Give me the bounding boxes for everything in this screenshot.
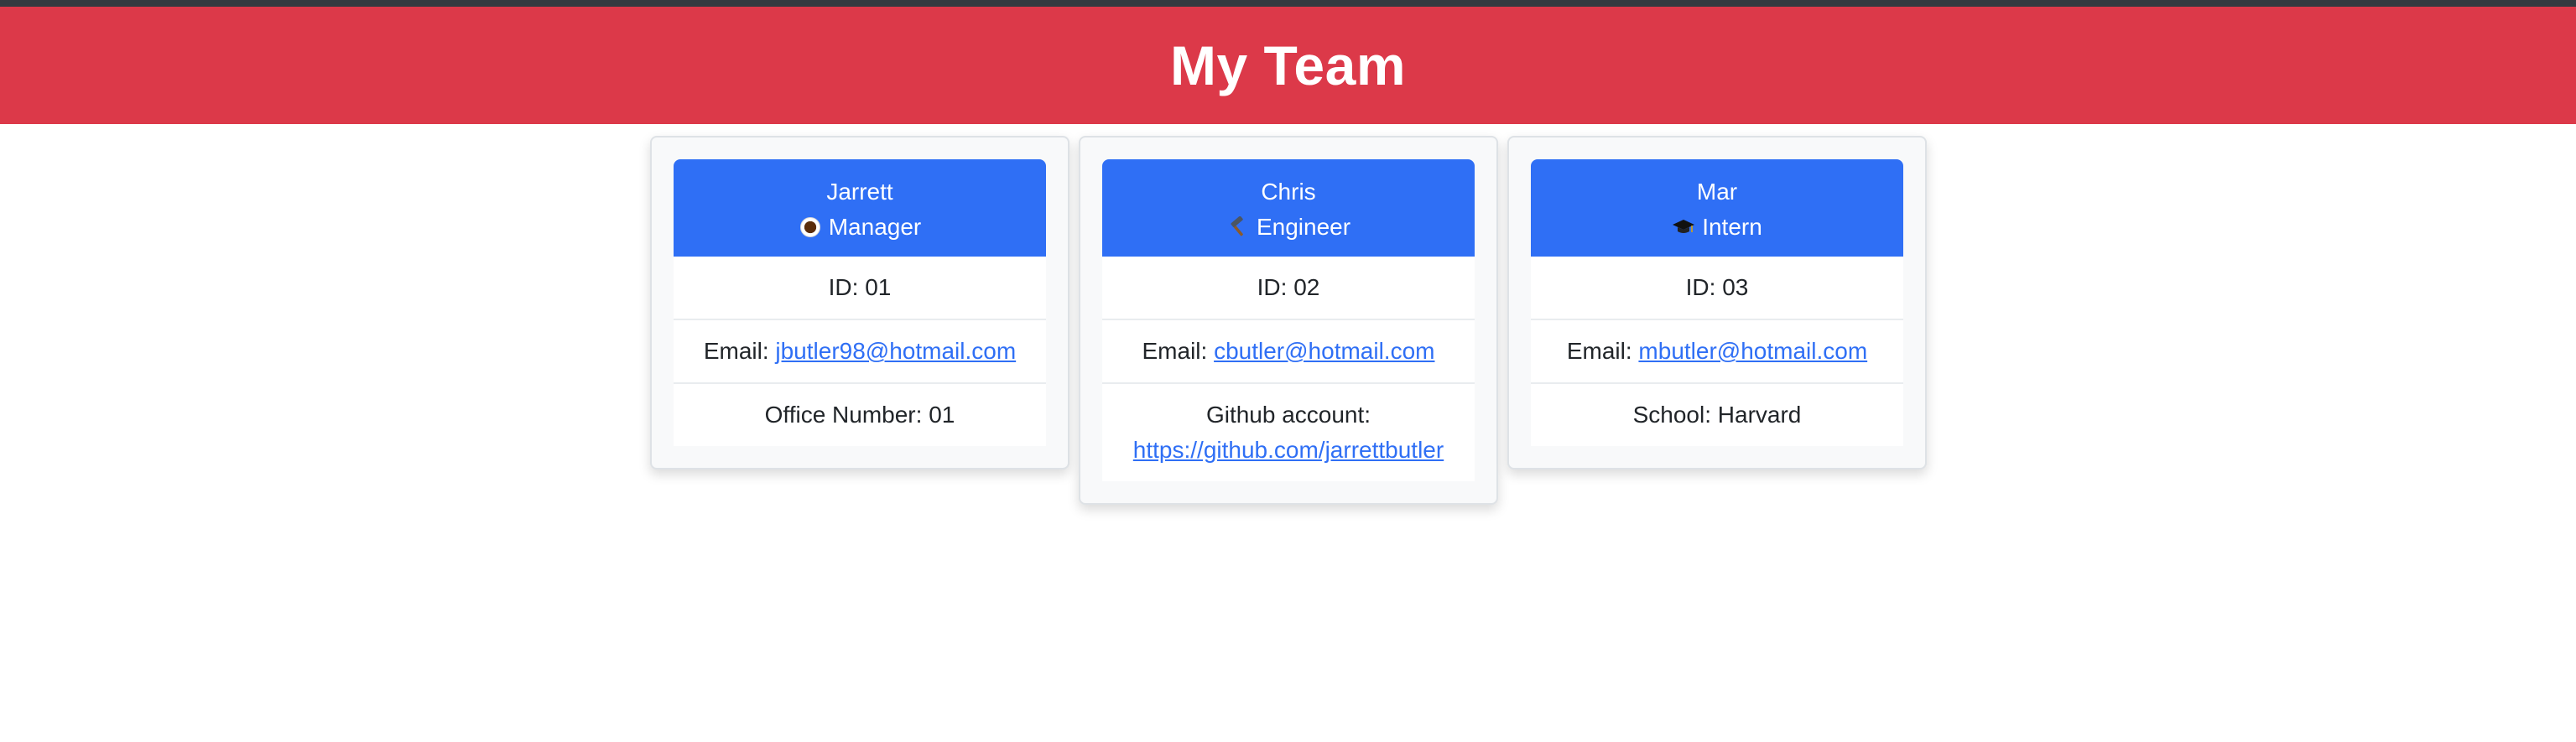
employee-role: Manager: [828, 214, 922, 240]
card-header: Mar Intern: [1531, 159, 1903, 257]
employee-name: Mar: [1696, 179, 1738, 205]
email-link[interactable]: mbutler@hotmail.com: [1638, 338, 1867, 364]
card-header: Jarrett Manager: [674, 159, 1046, 257]
id-item: ID: 01: [828, 274, 892, 300]
id-item: ID: 02: [1257, 274, 1320, 300]
email-item: Email: jbutler98@hotmail.com: [674, 319, 1046, 382]
engineer-card: Chris Engineer ID: 02 Email: cbutler@hot…: [1079, 136, 1498, 505]
github-link[interactable]: https://github.com/jarrettbutler: [1133, 437, 1444, 463]
role-line: Manager: [682, 210, 1038, 245]
coffee-icon: [799, 215, 822, 239]
page-header: My Team: [0, 7, 2576, 124]
role-line: Intern: [1539, 210, 1895, 245]
github-label: Github account:: [1205, 402, 1371, 428]
hammer-icon: [1226, 215, 1250, 239]
graduation-cap-icon: [1672, 215, 1695, 239]
id-item: ID: 03: [1685, 274, 1749, 300]
employee-name: Chris: [1261, 179, 1316, 205]
office-number-item: Office Number: 01: [674, 382, 1046, 446]
email-label: Email:: [1142, 338, 1215, 364]
manager-card: Jarrett Manager ID: 01 Email: jbutler98@…: [650, 136, 1069, 470]
details-list: ID: 03 Email: mbutler@hotmail.com School…: [1531, 257, 1903, 446]
details-list: ID: 02 Email: cbutler@hotmail.com Github…: [1102, 257, 1475, 481]
employee-role: Engineer: [1256, 214, 1351, 240]
email-item: Email: cbutler@hotmail.com: [1102, 319, 1475, 382]
intern-card: Mar Intern ID: 03 Email: mbutler@hotmail…: [1507, 136, 1927, 470]
details-list: ID: 01 Email: jbutler98@hotmail.com Offi…: [674, 257, 1046, 446]
school-item: School: Harvard: [1531, 382, 1903, 446]
email-link[interactable]: cbutler@hotmail.com: [1214, 338, 1434, 364]
email-label: Email:: [1566, 338, 1639, 364]
email-item: Email: mbutler@hotmail.com: [1531, 319, 1903, 382]
github-item: Github account: https://github.com/jarre…: [1102, 382, 1475, 481]
role-line: Engineer: [1111, 210, 1466, 245]
employee-role: Intern: [1702, 214, 1762, 240]
page-title: My Team: [1169, 34, 1407, 96]
team-cards: Jarrett Manager ID: 01 Email: jbutler98@…: [0, 124, 2576, 742]
employee-name: Jarrett: [826, 179, 893, 205]
card-header: Chris Engineer: [1102, 159, 1475, 257]
top-border: [0, 0, 2576, 7]
email-link[interactable]: jbutler98@hotmail.com: [775, 338, 1016, 364]
email-label: Email:: [703, 338, 776, 364]
